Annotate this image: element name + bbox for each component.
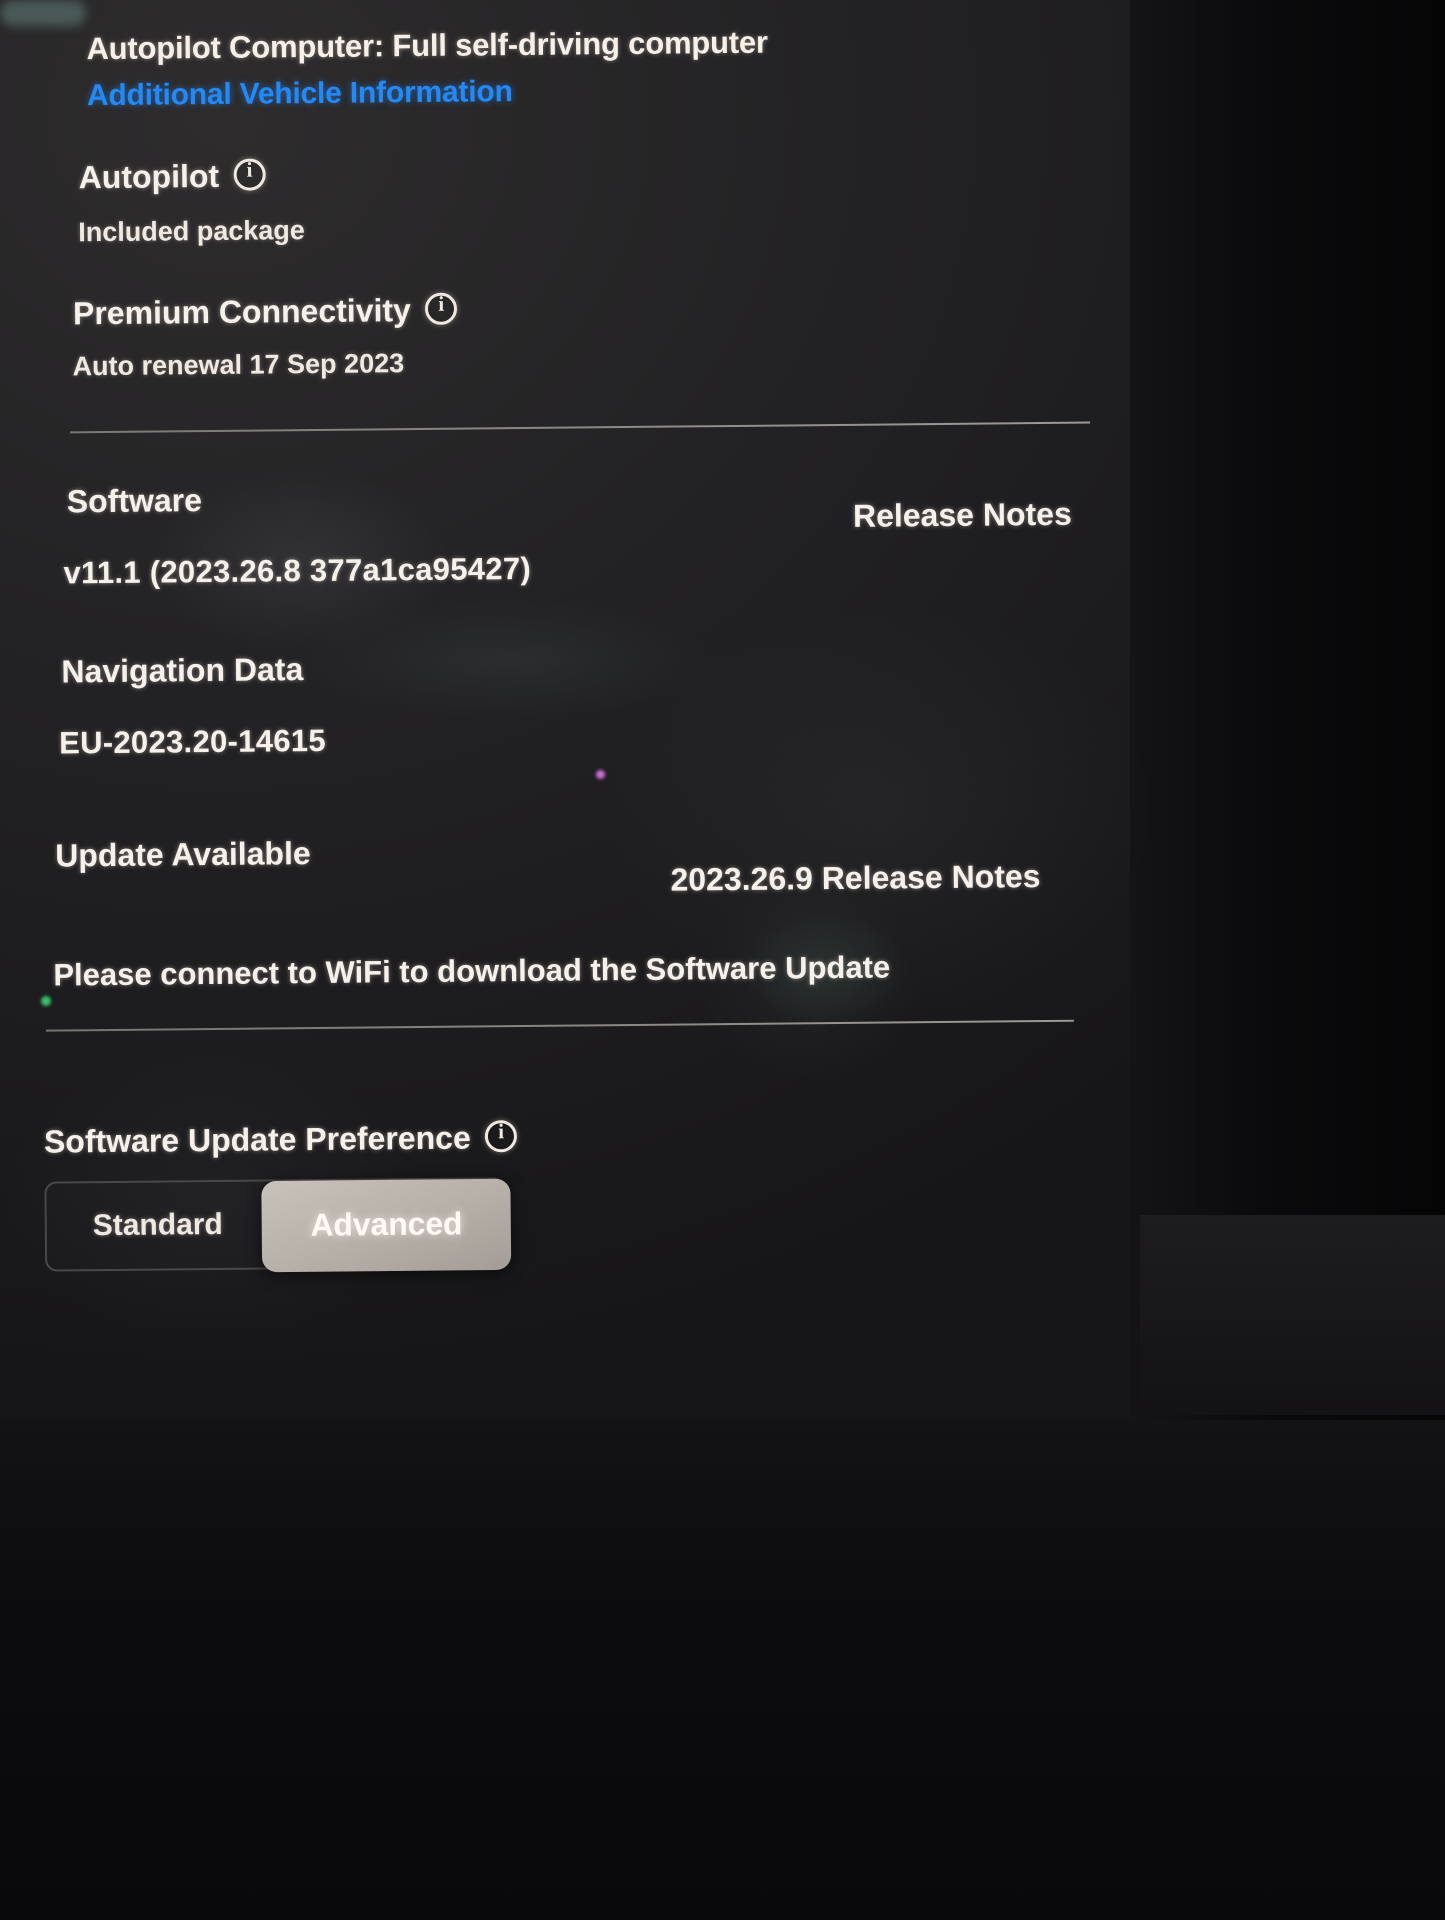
software-label: Software [66,482,203,520]
premium-connectivity-row[interactable]: Premium Connectivity [73,292,458,333]
premium-connectivity-label: Premium Connectivity [72,292,412,332]
connect-to-wifi-link[interactable]: connect to WiFi [160,954,391,991]
software-settings-panel: Autopilot Computer: Full self-driving co… [0,0,1204,1420]
software-update-preference-row[interactable]: Software Update Preference [44,1119,518,1161]
software-release-notes-link[interactable]: Release Notes [853,496,1072,535]
update-available-label: Update Available [55,835,311,874]
divider [45,1019,1074,1032]
wifi-message-prefix: Please [53,956,161,993]
wifi-message: Please connect to WiFi to download the S… [53,950,890,994]
premium-connectivity-value: Auto renewal 17 Sep 2023 [72,348,405,382]
software-update-preference-label: Software Update Preference [43,1119,471,1160]
autopilot-row[interactable]: Autopilot [79,157,266,196]
info-icon[interactable] [485,1120,518,1153]
divider [70,421,1091,434]
navigation-data-label: Navigation Data [61,651,304,690]
autopilot-label: Autopilot [78,157,220,196]
autopilot-value: Included package [78,215,305,248]
segment-standard[interactable]: Standard [46,1181,269,1269]
segment-advanced[interactable]: Advanced [261,1178,512,1273]
autopilot-computer-line: Autopilot Computer: Full self-driving co… [86,24,768,67]
info-icon[interactable] [425,292,458,325]
bottom-dock: ❯ ★ ••• [0,1425,1445,1920]
wifi-message-suffix: to download the Software Update [390,949,891,990]
tesla-touchscreen-photo: Autopilot Computer: Full self-driving co… [0,0,1445,1920]
info-icon[interactable] [233,158,266,191]
additional-vehicle-information-link[interactable]: Additional Vehicle Information [87,75,513,113]
navigation-data-value: EU-2023.20-14615 [58,722,327,761]
software-version: v11.1 (2023.26.8 377a1ca95427) [63,550,532,591]
update-release-notes-link[interactable]: 2023.26.9 Release Notes [670,858,1040,899]
update-preference-segmented-control[interactable]: Standard Advanced [44,1177,512,1273]
